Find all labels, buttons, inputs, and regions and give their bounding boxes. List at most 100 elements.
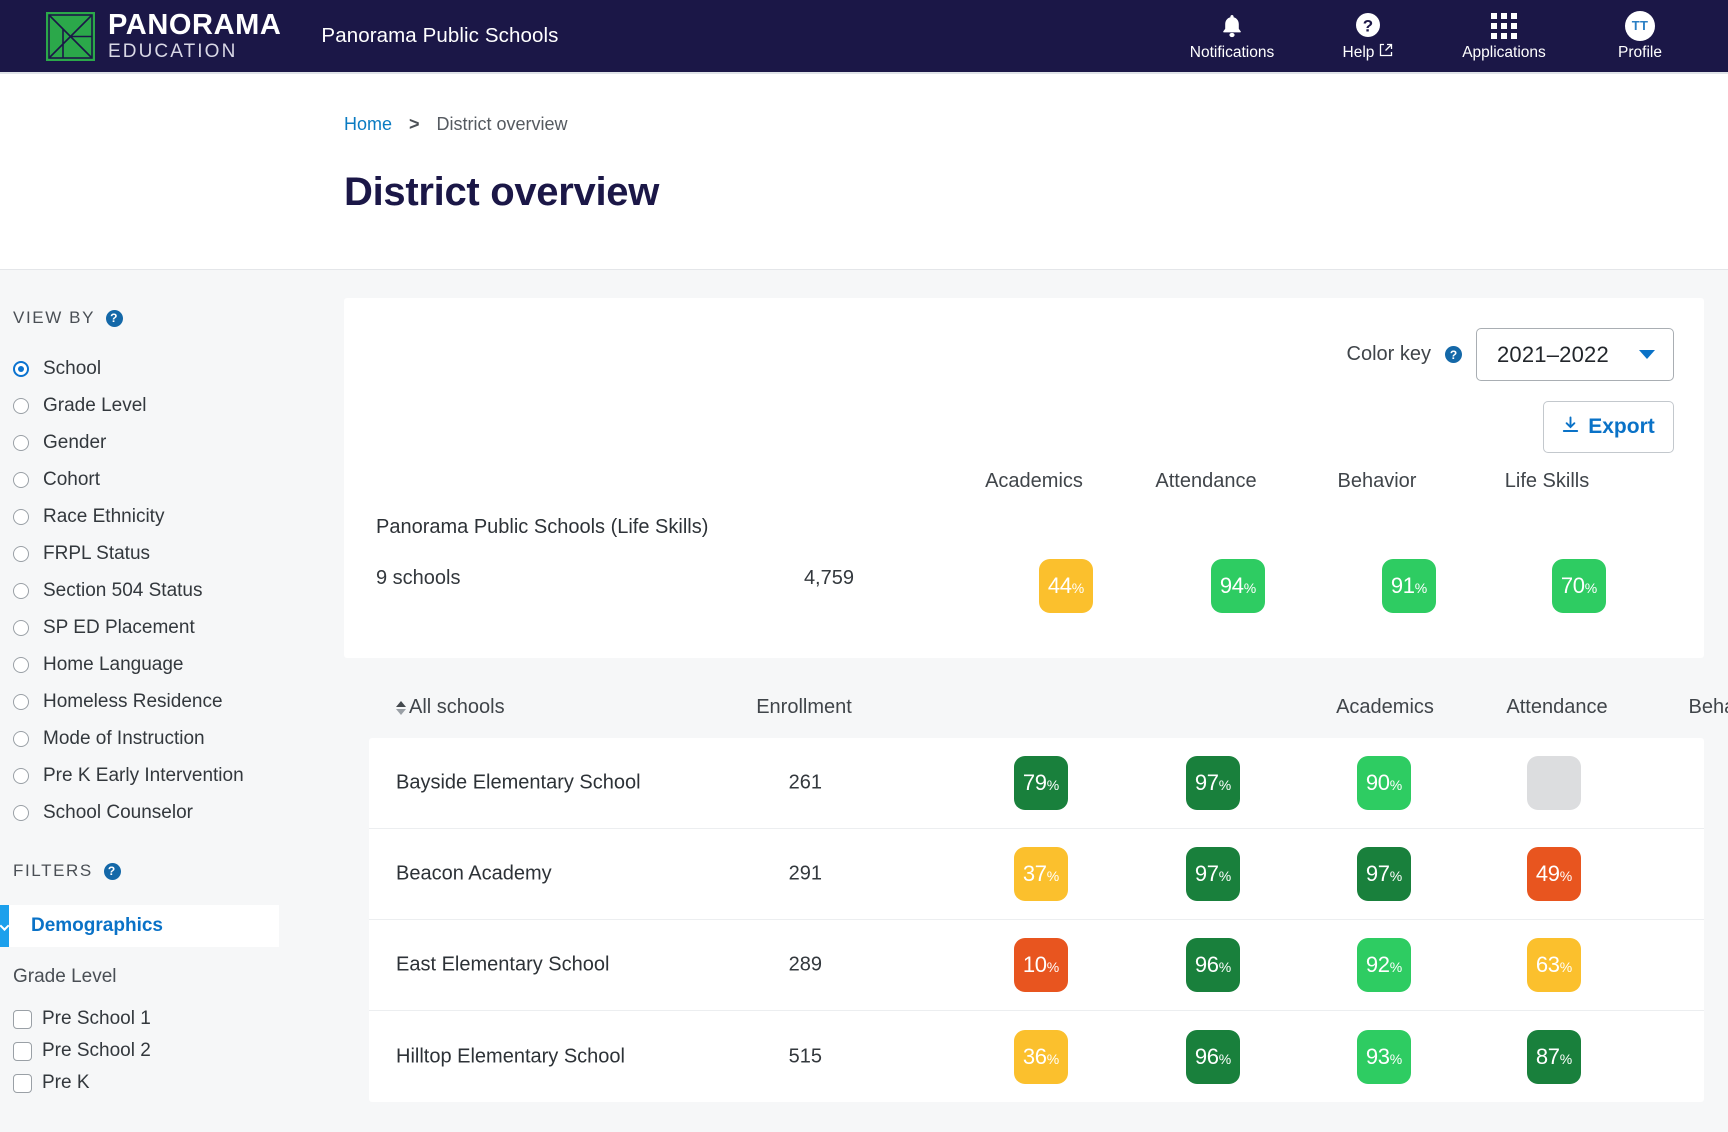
radio-button[interactable] [13,805,29,821]
view-by-option-frpl-status[interactable]: FRPL Status [13,535,344,572]
view-by-option-sp-ed-placement[interactable]: SP ED Placement [13,609,344,646]
view-by-help-icon[interactable]: ? [106,310,123,327]
badge-value: 36 [1023,1044,1047,1070]
view-by-section-label: VIEW BY ? [13,308,344,328]
export-button-label: Export [1588,415,1655,439]
nav-help-text: Help [1343,44,1375,62]
filter-option-pre-school-1[interactable]: Pre School 1 [13,1003,344,1035]
metric-badge: 49% [1527,847,1581,901]
table-row[interactable]: Bayside Elementary School26179%97%90% [369,738,1704,829]
nav-notifications[interactable]: Notifications [1164,0,1300,74]
view-by-radio-group: SchoolGrade LevelGenderCohortRace Ethnic… [13,350,344,831]
badge-percent-sign: % [1047,1051,1059,1067]
external-link-icon [1379,43,1393,62]
school-name[interactable]: Hilltop Elementary School [396,1045,625,1068]
brand-logo[interactable]: PANORAMA EDUCATION [46,11,281,61]
summary-column-header-attendance: Attendance [1155,470,1256,493]
view-by-option-home-language[interactable]: Home Language [13,646,344,683]
view-by-option-gender[interactable]: Gender [13,424,344,461]
radio-button[interactable] [13,583,29,599]
school-name[interactable]: Beacon Academy [396,863,552,886]
column-header-attendance[interactable]: Attendance [1506,696,1607,719]
table-row[interactable]: Beacon Academy29137%97%97%49% [369,829,1704,920]
filter-option-pre-k[interactable]: Pre K [13,1067,344,1099]
badge-percent-sign: % [1244,580,1256,596]
badge-percent-sign: % [1047,777,1059,793]
view-by-option-label: Home Language [43,654,184,676]
nav-applications-label: Applications [1462,44,1546,62]
radio-button[interactable] [13,509,29,525]
checkbox[interactable] [13,1042,32,1061]
school-enrollment: 289 [732,954,822,977]
view-by-option-cohort[interactable]: Cohort [13,461,344,498]
export-button[interactable]: Export [1543,401,1674,453]
organization-title: Panorama Public Schools [321,24,558,48]
radio-button[interactable] [13,731,29,747]
summary-column-header-academics: Academics [985,470,1083,493]
filter-option-pre-school-2[interactable]: Pre School 2 [13,1035,344,1067]
badge-value: 92 [1366,952,1390,978]
radio-button[interactable] [13,398,29,414]
school-year-value: 2021–2022 [1497,342,1609,368]
summary-badge-academics: 44% [1039,559,1093,613]
page-header: Home > District overview District overvi… [0,74,1728,270]
nav-profile[interactable]: TT Profile [1572,0,1708,74]
view-by-option-label: School Counselor [43,802,193,824]
radio-button[interactable] [13,768,29,784]
checkbox[interactable] [13,1074,32,1093]
filters-help-icon[interactable]: ? [104,863,121,880]
nav-applications[interactable]: Applications [1436,0,1572,74]
chevron-down-icon [1639,350,1655,359]
view-by-option-pre-k-early-intervention[interactable]: Pre K Early Intervention [13,757,344,794]
nav-help[interactable]: ? Help [1300,0,1436,74]
badge-percent-sign: % [1390,1051,1402,1067]
school-enrollment: 515 [732,1045,822,1068]
view-by-option-homeless-residence[interactable]: Homeless Residence [13,683,344,720]
badge-percent-sign: % [1219,1051,1231,1067]
view-by-option-grade-level[interactable]: Grade Level [13,387,344,424]
school-name[interactable]: East Elementary School [396,954,609,977]
view-by-option-section-504-status[interactable]: Section 504 Status [13,572,344,609]
badge-value: 97 [1195,861,1219,887]
radio-button[interactable] [13,694,29,710]
radio-button[interactable] [13,361,29,377]
breadcrumb-separator: > [409,114,420,135]
breadcrumb-home[interactable]: Home [344,114,392,135]
badge-value: 93 [1366,1044,1390,1070]
avatar-initials: TT [1625,11,1655,41]
metric-badge: 10% [1014,938,1068,992]
nav-actions: Notifications ? Help [1164,0,1708,74]
radio-button[interactable] [13,472,29,488]
school-year-select[interactable]: 2021–2022 [1476,328,1674,381]
filter-option-label: Pre School 1 [42,1008,151,1030]
metric-badge: 97% [1186,756,1240,810]
table-row[interactable]: Hilltop Elementary School51536%96%93%87% [369,1011,1704,1102]
checkbox[interactable] [13,1010,32,1029]
column-header-behavior[interactable]: Behavior [1689,696,1728,719]
radio-button[interactable] [13,546,29,562]
column-header-enrollment[interactable]: Enrollment [756,696,852,719]
view-by-option-school[interactable]: School [13,350,344,387]
view-by-option-race-ethnicity[interactable]: Race Ethnicity [13,498,344,535]
radio-button[interactable] [13,435,29,451]
radio-button[interactable] [13,657,29,673]
school-name[interactable]: Bayside Elementary School [396,772,641,795]
column-header-academics[interactable]: Academics [1336,696,1434,719]
color-key-help-icon[interactable]: ? [1445,346,1462,363]
metric-badge: 96% [1186,1030,1240,1084]
summary-values: 9 schools 4,759 44%94%91%70% [376,559,1704,619]
radio-button[interactable] [13,620,29,636]
view-by-option-school-counselor[interactable]: School Counselor [13,794,344,831]
column-header-all-schools[interactable]: All schools [396,696,505,719]
avatar: TT [1625,13,1655,39]
page-title: District overview [344,170,1728,215]
district-summary-card: Color key ? 2021–2022 Export [344,298,1704,658]
grid-icon [1491,13,1517,39]
table-row[interactable]: East Elementary School28910%96%92%63% [369,920,1704,1011]
filter-group-demographics[interactable]: Demographics [0,905,279,947]
brand-subname: EDUCATION [108,42,281,61]
color-key-label: Color key [1347,343,1431,366]
breadcrumb: Home > District overview [344,114,1728,135]
summary-district-name: Panorama Public Schools (Life Skills) [376,516,1704,539]
view-by-option-mode-of-instruction[interactable]: Mode of Instruction [13,720,344,757]
